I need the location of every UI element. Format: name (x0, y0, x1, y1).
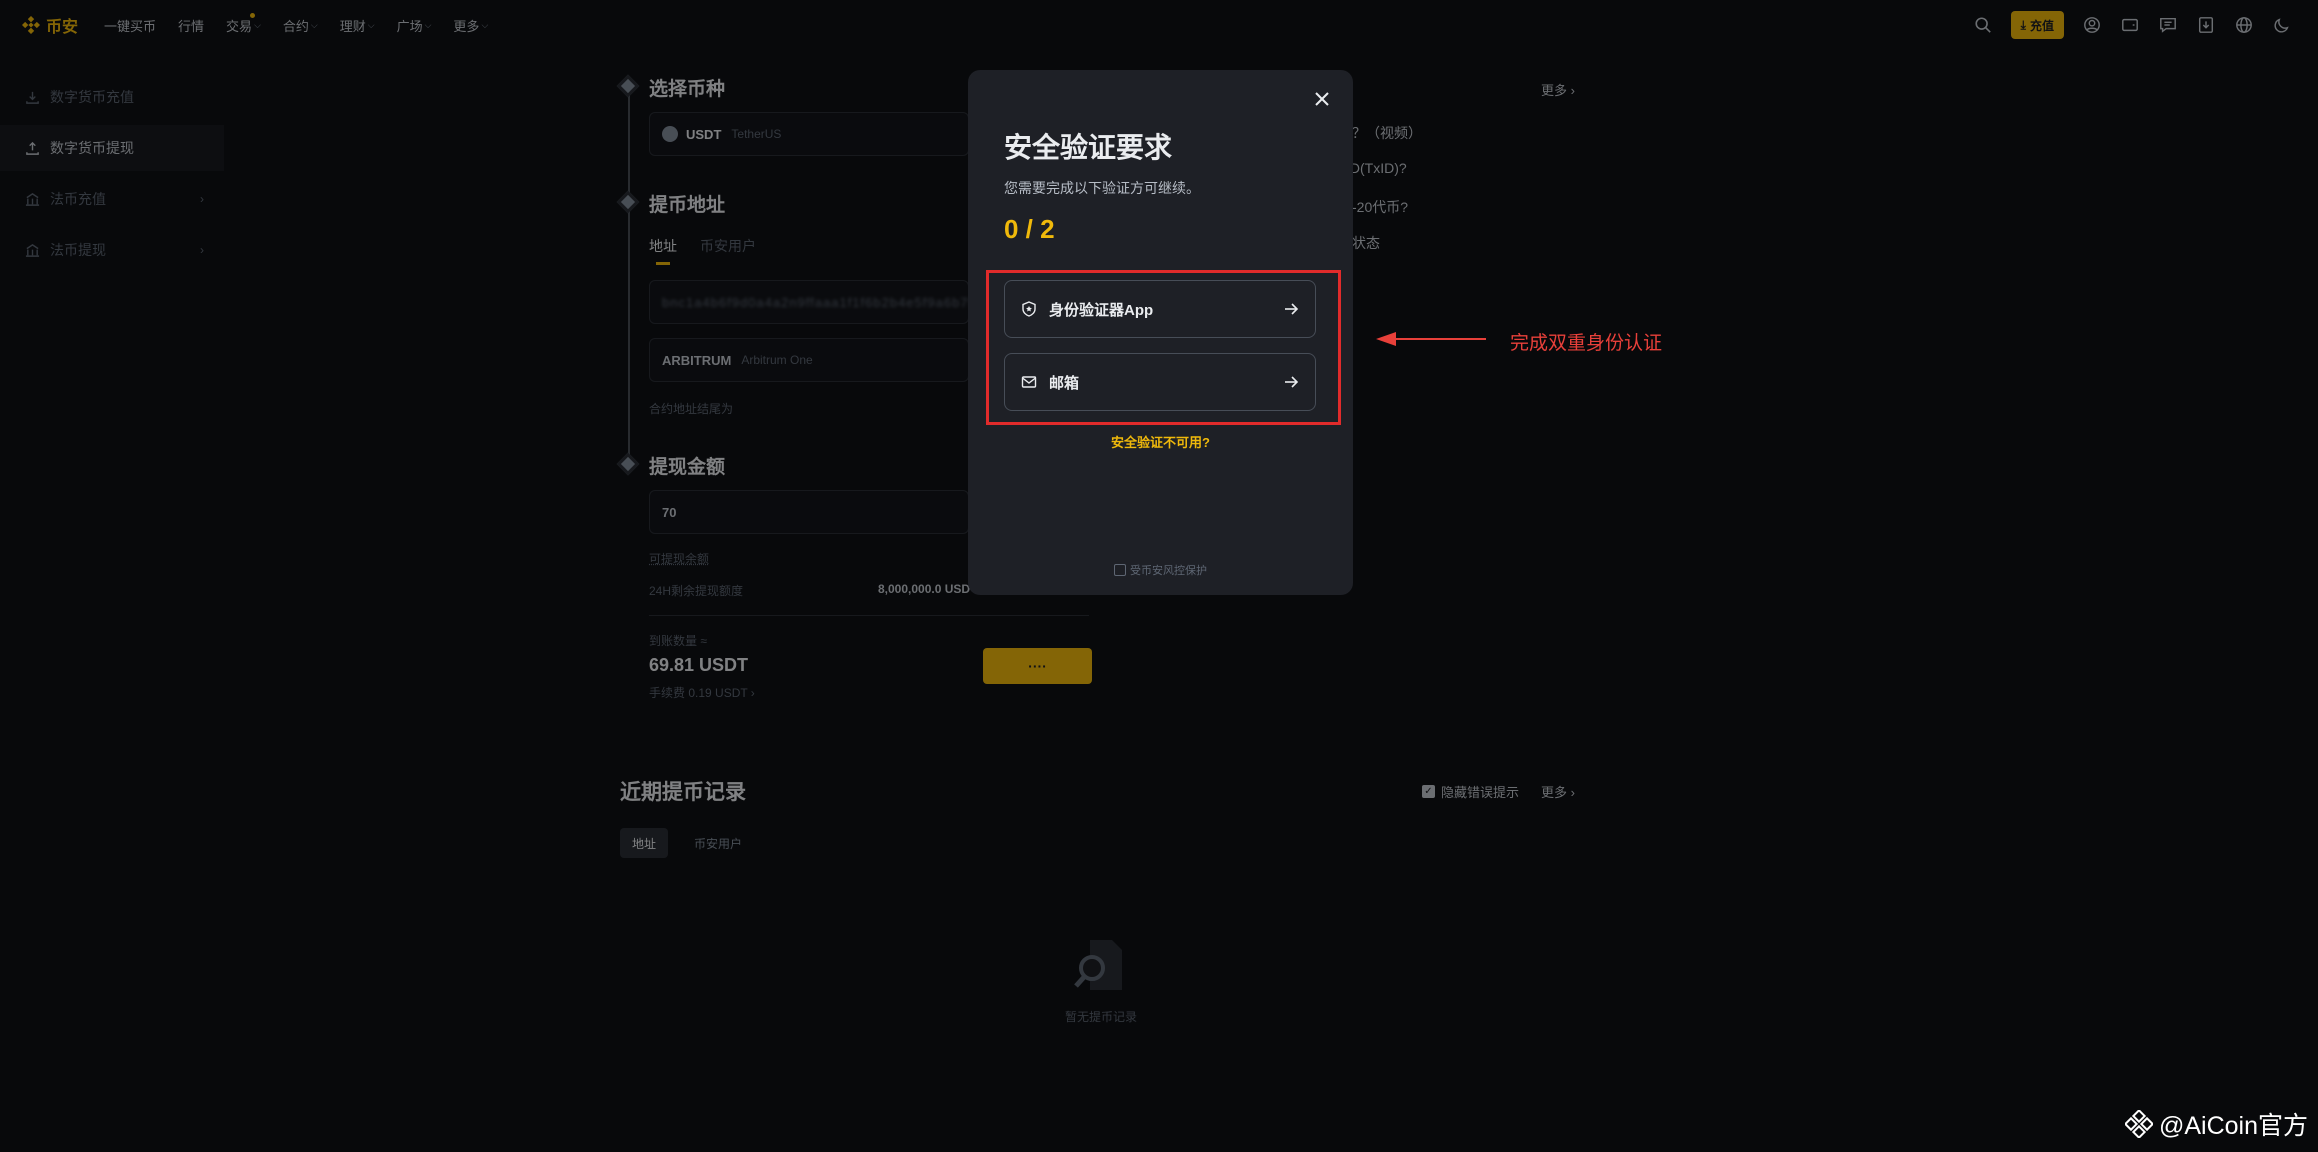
verification-unavailable-link[interactable]: 安全验证不可用? (968, 432, 1353, 451)
watermark-text: @AiCoin官方 (2158, 1112, 2308, 1140)
option-label: 身份验证器App (1049, 301, 1154, 319)
modal-footer: 受币安风控保护 (968, 562, 1353, 578)
option-label: 邮箱 (1049, 374, 1080, 392)
security-verification-modal: 安全验证要求 您需要完成以下验证方可继续。 0 / 2 身份验证器App 邮箱 … (968, 70, 1353, 595)
shield-star-icon (1021, 300, 1039, 318)
verification-progress: 0 / 2 (1004, 214, 1055, 244)
annotation-arrow-icon (1376, 332, 1486, 346)
arrow-right-icon (1283, 374, 1299, 390)
email-option[interactable]: 邮箱 (1004, 353, 1316, 411)
authenticator-app-option[interactable]: 身份验证器App (1004, 280, 1316, 338)
modal-subtitle: 您需要完成以下验证方可继续。 (1004, 180, 1200, 196)
watermark: @AiCoin官方 (2124, 1106, 2308, 1142)
aicoin-logo-icon (2124, 1110, 2153, 1138)
lock-shield-icon (1114, 564, 1126, 576)
footer-text: 受币安风控保护 (1130, 565, 1207, 577)
arrow-right-icon (1283, 301, 1299, 317)
close-icon[interactable] (1311, 88, 1333, 110)
modal-title: 安全验证要求 (1004, 132, 1173, 163)
annotation-text: 完成双重身份认证 (1510, 333, 1663, 354)
mail-icon (1021, 373, 1039, 391)
